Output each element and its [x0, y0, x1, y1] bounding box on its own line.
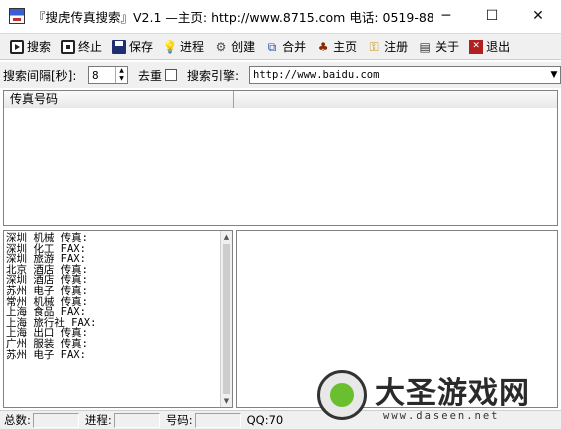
process-button-label: 进程	[180, 40, 205, 54]
number-value-box	[194, 412, 241, 428]
keyword-line: 广州 服装 传真:	[6, 337, 88, 350]
engine-value: http://www.baidu.com	[253, 69, 380, 81]
dedupe-label: 去重	[138, 69, 163, 83]
fax-results-list[interactable]: 传真号码	[3, 90, 558, 226]
scroll-up-icon[interactable]: ▲	[221, 231, 232, 243]
keyword-lines: 深圳 机械 传真: 深圳 化工 FAX: 深圳 旅游 FAX: 北京 酒店 传真: 深圳…	[4, 231, 232, 360]
total-value-box	[32, 412, 79, 428]
lightbulb-icon: 💡	[162, 39, 178, 54]
save-button[interactable]: 保存	[110, 36, 155, 58]
exit-button-label: 退出	[486, 40, 511, 54]
qq-label: QQ:70	[246, 413, 284, 427]
save-button-label: 保存	[129, 40, 154, 54]
exit-button[interactable]: ✕ 退出	[467, 36, 512, 58]
title-bar: 『搜虎传真搜索』V2.1 —主页: http://www.8715.com 电话…	[0, 0, 561, 32]
window-title: 『搜虎传真搜索』V2.1 —主页: http://www.8715.com 电话…	[33, 9, 433, 25]
interval-value[interactable]: 8	[89, 69, 115, 82]
maximize-button[interactable]: ☐	[469, 0, 515, 32]
merge-icon: ⧉	[267, 39, 277, 54]
about-button-label: 关于	[435, 40, 460, 54]
merge-button-label: 合并	[282, 40, 307, 54]
search-button[interactable]: 搜索	[8, 36, 53, 58]
minimize-button[interactable]: ─	[423, 0, 469, 32]
column-header-fax-number[interactable]: 传真号码	[4, 91, 234, 108]
watermark-logo-icon	[317, 370, 367, 420]
document-icon: ▤	[419, 39, 431, 54]
create-button[interactable]: ⚙ 创建	[212, 36, 257, 58]
spinner-arrows[interactable]: ▲ ▼	[115, 67, 127, 83]
total-label: 总数:	[4, 413, 31, 427]
chevron-down-icon[interactable]: ▼	[548, 70, 560, 80]
watermark-url: www.daseen.net	[383, 410, 500, 422]
register-button[interactable]: ⚿ 注册	[365, 36, 410, 58]
spin-down-icon[interactable]: ▼	[116, 75, 127, 83]
window-controls: ─ ☐ ✕	[423, 0, 561, 32]
tools-icon: ⚙	[215, 39, 227, 54]
register-button-label: 注册	[384, 40, 409, 54]
progress-value-box	[113, 412, 160, 428]
column-header-empty[interactable]	[234, 91, 557, 108]
process-button[interactable]: 💡 进程	[161, 36, 206, 58]
merge-button[interactable]: ⧉ 合并	[263, 36, 308, 58]
stop-icon	[61, 39, 76, 54]
interval-spinner[interactable]: 8 ▲ ▼	[88, 66, 128, 84]
engine-select[interactable]: http://www.baidu.com ▼	[249, 66, 561, 84]
interval-label: 搜索间隔[秒]:	[3, 69, 77, 83]
close-button[interactable]: ✕	[515, 0, 561, 32]
stop-button-label: 终止	[78, 40, 103, 54]
home-button[interactable]: ♣ 主页	[314, 36, 359, 58]
keyword-scrollbar[interactable]: ▲ ▼	[220, 231, 232, 407]
exit-icon: ✕	[469, 39, 484, 54]
scroll-down-icon[interactable]: ▼	[221, 395, 232, 407]
search-button-label: 搜索	[27, 40, 52, 54]
home-button-label: 主页	[333, 40, 358, 54]
stop-button[interactable]: 终止	[59, 36, 104, 58]
play-icon	[10, 39, 24, 54]
options-bar: 搜索间隔[秒]: 8 ▲ ▼ 去重 搜索引擎: http://www.baidu…	[0, 62, 561, 88]
dedupe-checkbox[interactable]	[165, 69, 177, 81]
about-button[interactable]: ▤ 关于	[416, 36, 461, 58]
watermark: 大圣游戏网 www.daseen.net	[313, 364, 561, 428]
engine-label: 搜索引擎:	[187, 69, 240, 83]
app-icon[interactable]	[9, 8, 25, 24]
keyword-line: 苏州 电子 传真:	[6, 284, 88, 297]
keyword-line: 苏州 电子 FAX:	[6, 348, 86, 361]
floppy-disk-icon	[112, 39, 127, 54]
progress-label: 进程:	[84, 413, 112, 427]
spin-up-icon[interactable]: ▲	[116, 67, 127, 75]
people-icon: ♣	[317, 39, 329, 54]
create-button-label: 创建	[231, 40, 256, 54]
keyword-memo[interactable]: 深圳 机械 传真: 深圳 化工 FAX: 深圳 旅游 FAX: 北京 酒店 传真: 深圳…	[3, 230, 233, 408]
scroll-thumb[interactable]	[223, 244, 230, 394]
toolbar: 搜索 终止 保存 💡 进程 ⚙ 创建 ⧉ 合并 ♣ 主页 ⚿ 注册 ▤ 关于 ✕…	[0, 33, 561, 60]
watermark-title: 大圣游戏网	[375, 376, 530, 411]
list-header: 传真号码	[4, 91, 557, 108]
key-icon: ⚿	[369, 39, 379, 54]
number-label: 号码:	[165, 413, 193, 427]
keyword-line: 深圳 机械 传真:	[6, 232, 88, 244]
